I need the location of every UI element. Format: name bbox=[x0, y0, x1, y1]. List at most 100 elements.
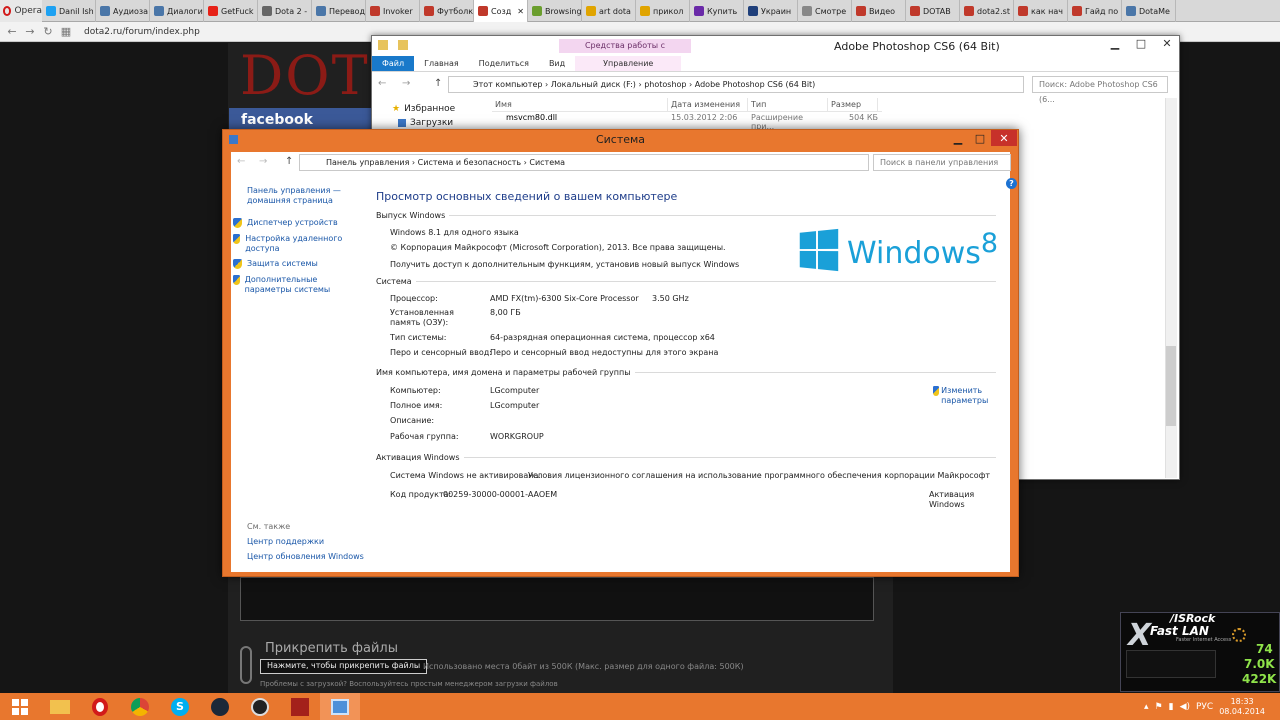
column-name[interactable]: Имя bbox=[492, 98, 668, 112]
browser-tab[interactable]: как нач bbox=[1014, 0, 1068, 22]
info-value: 64-разрядная операционная система, проце… bbox=[490, 333, 715, 342]
system-back-icon[interactable]: ← bbox=[237, 156, 245, 167]
browser-tab[interactable]: DotaMe bbox=[1122, 0, 1176, 22]
explorer-address-path[interactable]: Этот компьютер › Локальный диск (F:) › p… bbox=[448, 76, 1024, 93]
taskbar-steam[interactable] bbox=[200, 693, 240, 720]
browser-tab[interactable]: Созд ✕ bbox=[474, 0, 528, 22]
taskbar-chrome[interactable] bbox=[120, 693, 160, 720]
explorer-maximize-button[interactable]: □ bbox=[1128, 36, 1154, 50]
tab-favicon-icon bbox=[46, 6, 56, 16]
support-center-link[interactable]: Центр поддержки bbox=[247, 537, 324, 547]
browser-tab[interactable]: Гайд по bbox=[1068, 0, 1122, 22]
system-search-input[interactable]: Поиск в панели управления bbox=[873, 154, 1011, 171]
taskbar-obs[interactable] bbox=[240, 693, 280, 720]
explorer-context-tab: Средства работы с приложениями bbox=[559, 39, 691, 64]
tab-favicon-icon bbox=[208, 6, 218, 16]
quick-access-icon[interactable] bbox=[398, 40, 408, 50]
explorer-forward-icon[interactable]: → bbox=[402, 78, 410, 89]
license-terms-link[interactable]: Условия лицензионного соглашения на испо… bbox=[528, 471, 990, 481]
tray-flag-icon[interactable]: ⚑ bbox=[1155, 702, 1163, 712]
explorer-scroll-thumb[interactable] bbox=[1166, 346, 1176, 426]
tray-clock[interactable]: 18:33 08.04.2014 bbox=[1219, 697, 1265, 717]
tab-label: Перевод bbox=[329, 6, 366, 16]
post-editor[interactable] bbox=[240, 577, 874, 621]
browser-tab[interactable]: Invoker bbox=[366, 0, 420, 22]
sidebar-item-device-manager[interactable]: Диспетчер устройств bbox=[233, 218, 353, 228]
browser-tab[interactable]: Dota 2 - bbox=[258, 0, 312, 22]
column-date[interactable]: Дата изменения bbox=[668, 98, 748, 112]
browser-tab[interactable]: GetFuck bbox=[204, 0, 258, 22]
windows-update-link[interactable]: Центр обновления Windows bbox=[247, 552, 364, 562]
browser-tab[interactable]: Danil Ish bbox=[42, 0, 96, 22]
apps-icon[interactable]: ▦ bbox=[60, 25, 72, 38]
back-icon[interactable]: ← bbox=[6, 25, 18, 38]
tray-language[interactable]: РУС bbox=[1196, 702, 1213, 712]
browser-tab[interactable]: DOTAB bbox=[906, 0, 960, 22]
info-value: WORKGROUP bbox=[490, 432, 544, 441]
taskbar-dota[interactable] bbox=[280, 693, 320, 720]
attach-usage-info: Использовано места 0байт из 500К (Макс. … bbox=[423, 662, 744, 671]
system-forward-icon[interactable]: → bbox=[259, 156, 267, 167]
system-window[interactable]: Система ▁ □ ✕ ← → ↑ Панель управления › … bbox=[222, 129, 1019, 577]
explorer-close-button[interactable]: ✕ bbox=[1154, 36, 1180, 50]
browser-tab[interactable]: Диалоги bbox=[150, 0, 204, 22]
system-close-button[interactable]: ✕ bbox=[991, 130, 1017, 146]
sidebar-item-remote[interactable]: Настройка удаленного доступа bbox=[233, 234, 353, 254]
explorer-minimize-button[interactable]: ▁ bbox=[1102, 36, 1128, 50]
system-maximize-button[interactable]: □ bbox=[969, 130, 991, 146]
sidebar-item-protection[interactable]: Защита системы bbox=[233, 259, 353, 269]
attach-problem-link[interactable]: Проблемы с загрузкой? Воспользуйтесь про… bbox=[260, 680, 558, 688]
column-type[interactable]: Тип bbox=[748, 98, 828, 112]
browser-tab[interactable]: Смотре bbox=[798, 0, 852, 22]
ribbon-tab-view[interactable]: Вид bbox=[539, 56, 575, 71]
asrock-value-3: 422K bbox=[1242, 672, 1277, 686]
tab-favicon-icon bbox=[640, 6, 650, 16]
system-minimize-button[interactable]: ▁ bbox=[947, 130, 969, 146]
reload-icon[interactable]: ↻ bbox=[42, 25, 54, 38]
ribbon-tab-share[interactable]: Поделиться bbox=[469, 56, 539, 71]
file-row[interactable]: msvcm80.dll 15.03.2012 2:06 Расширение п… bbox=[492, 113, 882, 131]
start-button[interactable] bbox=[0, 693, 40, 720]
browser-tab[interactable]: dota2.st bbox=[960, 0, 1014, 22]
explorer-up-icon[interactable]: ↑ bbox=[434, 78, 442, 89]
taskbar-opera[interactable] bbox=[80, 693, 120, 720]
taskbar-system[interactable] bbox=[320, 693, 360, 720]
taskbar-explorer[interactable] bbox=[40, 693, 80, 720]
system-address-path[interactable]: Панель управления › Система и безопаснос… bbox=[299, 154, 869, 171]
tray-volume-icon[interactable]: ◀) bbox=[1180, 702, 1190, 712]
system-up-icon[interactable]: ↑ bbox=[285, 156, 293, 167]
opera-menu-button[interactable]: Opera bbox=[0, 0, 42, 22]
browser-tab[interactable]: Футболк bbox=[420, 0, 474, 22]
browser-tab[interactable]: Аудиоза bbox=[96, 0, 150, 22]
browser-tab[interactable]: art dota bbox=[582, 0, 636, 22]
forward-icon[interactable]: → bbox=[24, 25, 36, 38]
ribbon-tab-manage[interactable]: Управление bbox=[575, 56, 682, 71]
sidebar-item-advanced[interactable]: Дополнительные параметры системы bbox=[233, 275, 363, 295]
column-size[interactable]: Размер bbox=[828, 98, 878, 112]
browser-tab[interactable]: Перевод bbox=[312, 0, 366, 22]
nav-favorites[interactable]: ★ Избранное bbox=[392, 104, 455, 114]
url-field[interactable]: dota2.ru/forum/index.php bbox=[84, 27, 200, 37]
explorer-back-icon[interactable]: ← bbox=[378, 78, 386, 89]
sidebar-home-link[interactable]: Панель управления — домашняя страница bbox=[247, 186, 347, 206]
nav-downloads[interactable]: Загрузки bbox=[398, 118, 453, 128]
change-settings-button[interactable]: Изменить параметры bbox=[933, 386, 1003, 406]
help-icon[interactable]: ? bbox=[1006, 178, 1017, 189]
ribbon-tab-file[interactable]: Файл bbox=[372, 56, 415, 71]
browser-tab[interactable]: Купить bbox=[690, 0, 744, 22]
browser-tab[interactable]: Украин bbox=[744, 0, 798, 22]
explorer-search-input[interactable]: Поиск: Adobe Photoshop CS6 (6... bbox=[1032, 76, 1168, 104]
upgrade-link[interactable]: Получить доступ к дополнительным функция… bbox=[390, 260, 739, 270]
browser-tab[interactable]: прикол bbox=[636, 0, 690, 22]
browser-tab[interactable]: Browsing bbox=[528, 0, 582, 22]
activate-windows-link[interactable]: Активация Windows bbox=[929, 490, 1010, 510]
attach-files-button[interactable]: Нажмите, чтобы прикрепить файлы bbox=[260, 659, 428, 674]
browser-tab[interactable]: Видео bbox=[852, 0, 906, 22]
asrock-fastlan-label: Fast LAN bbox=[1150, 624, 1209, 638]
tab-close-icon[interactable]: ✕ bbox=[517, 7, 524, 16]
tray-network-icon[interactable]: ▮ bbox=[1169, 702, 1174, 712]
tray-arrow-icon[interactable]: ▴ bbox=[1144, 702, 1149, 712]
tab-label: Dota 2 - bbox=[275, 6, 308, 16]
taskbar-skype[interactable]: S bbox=[160, 693, 200, 720]
ribbon-tab-home[interactable]: Главная bbox=[414, 56, 469, 71]
